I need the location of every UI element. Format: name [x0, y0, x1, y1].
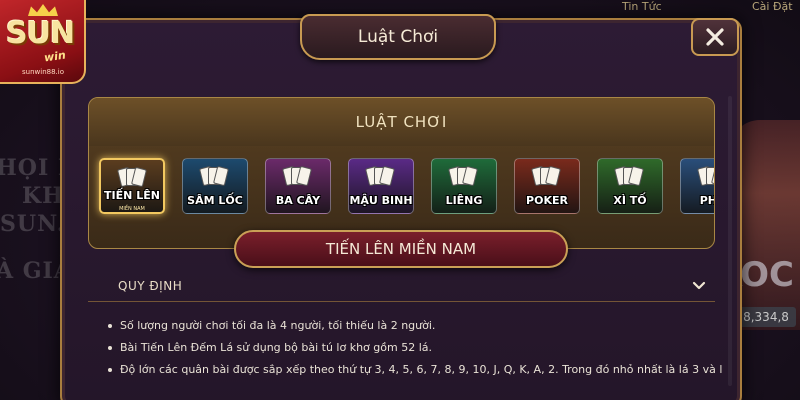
bg-tab-settings: Cài Đặt: [752, 0, 793, 13]
playing-cards-icon: [282, 165, 314, 189]
logo-brand: SUN: [6, 16, 75, 51]
chevron-down-icon: [692, 281, 706, 290]
logo-url: sunwin88.io: [22, 68, 64, 76]
game-tile-8[interactable]: PHỎ: [680, 158, 714, 214]
selected-game-title: TIẾN LÊN MIỀN NAM: [325, 240, 477, 258]
game-tile-sub: MIỀN NAM: [119, 206, 145, 212]
rules-section-label: QUY ĐỊNH: [118, 279, 183, 293]
game-tile-name: SÂM LỐC: [187, 194, 243, 207]
crown-icon: [28, 4, 58, 16]
game-tile-name: TIẾN LÊN: [104, 189, 160, 202]
game-tile-name: XÌ TỐ: [613, 194, 647, 207]
rule-item: Độ lớn các quân bài được sắp xếp theo th…: [108, 364, 723, 376]
playing-cards-icon: [697, 165, 714, 189]
game-tile-name: PHỎ: [699, 194, 714, 207]
bg-tab-news: Tin Tức: [622, 0, 662, 13]
rule-item: Số lượng người chơi tối đa là 4 người, t…: [108, 320, 723, 332]
dialog-title: Luật Chơi: [357, 27, 439, 47]
game-tile-name: BA CÂY: [275, 194, 321, 207]
playing-cards-icon: [117, 166, 149, 190]
selected-game-banner: TIẾN LÊN MIỀN NAM: [234, 230, 568, 268]
game-tile-2[interactable]: SÂM LỐC: [182, 158, 248, 214]
dialog-scrollbar[interactable]: [728, 96, 732, 386]
game-tile-3[interactable]: BA CÂY: [265, 158, 331, 214]
dialog-title-plate: Luật Chơi: [300, 14, 496, 60]
games-row: TIẾN LÊN MIỀN NAM SÂM LỐC BA CÂY MẬU BINH LIÊ…: [97, 158, 714, 218]
playing-cards-icon: [614, 165, 646, 189]
game-tile-name: LIÊNG: [445, 194, 483, 207]
game-tile-1[interactable]: TIẾN LÊN MIỀN NAM: [99, 158, 165, 214]
rules-section-toggle[interactable]: QUY ĐỊNH: [88, 272, 715, 302]
game-tile-4[interactable]: MẬU BINH: [348, 158, 414, 214]
sunwin-logo: SUN win sunwin88.io: [0, 0, 86, 84]
games-panel: LUẬT CHƠI TIẾN LÊN MIỀN NAM SÂM LỐC BA CÂY M…: [88, 97, 715, 249]
playing-cards-icon: [365, 165, 397, 189]
game-tile-name: MẬU BINH: [349, 194, 413, 207]
bg-jackpot-number: 8,334,8: [736, 307, 796, 327]
playing-cards-icon: [448, 165, 480, 189]
game-tile-name: POKER: [526, 194, 568, 207]
game-tile-5[interactable]: LIÊNG: [431, 158, 497, 214]
game-tile-6[interactable]: POKER: [514, 158, 580, 214]
games-header-title: LUẬT CHƠI: [355, 113, 448, 131]
rules-list: Số lượng người chơi tối đa là 4 người, t…: [108, 320, 723, 386]
close-icon: [706, 28, 724, 46]
rule-item: Bài Tiến Lên Đếm Lá sử dụng bộ bài tú lơ…: [108, 342, 723, 354]
game-tile-7[interactable]: XÌ TỐ: [597, 158, 663, 214]
playing-cards-icon: [199, 165, 231, 189]
games-header: LUẬT CHƠI: [89, 98, 714, 146]
game-stage: Tin Tức Cài Đặt HỌI DON KHÁ SUN.W À GIẢ …: [0, 0, 800, 400]
playing-cards-icon: [531, 165, 563, 189]
logo-sub: win: [43, 48, 67, 65]
close-button[interactable]: [691, 18, 739, 56]
